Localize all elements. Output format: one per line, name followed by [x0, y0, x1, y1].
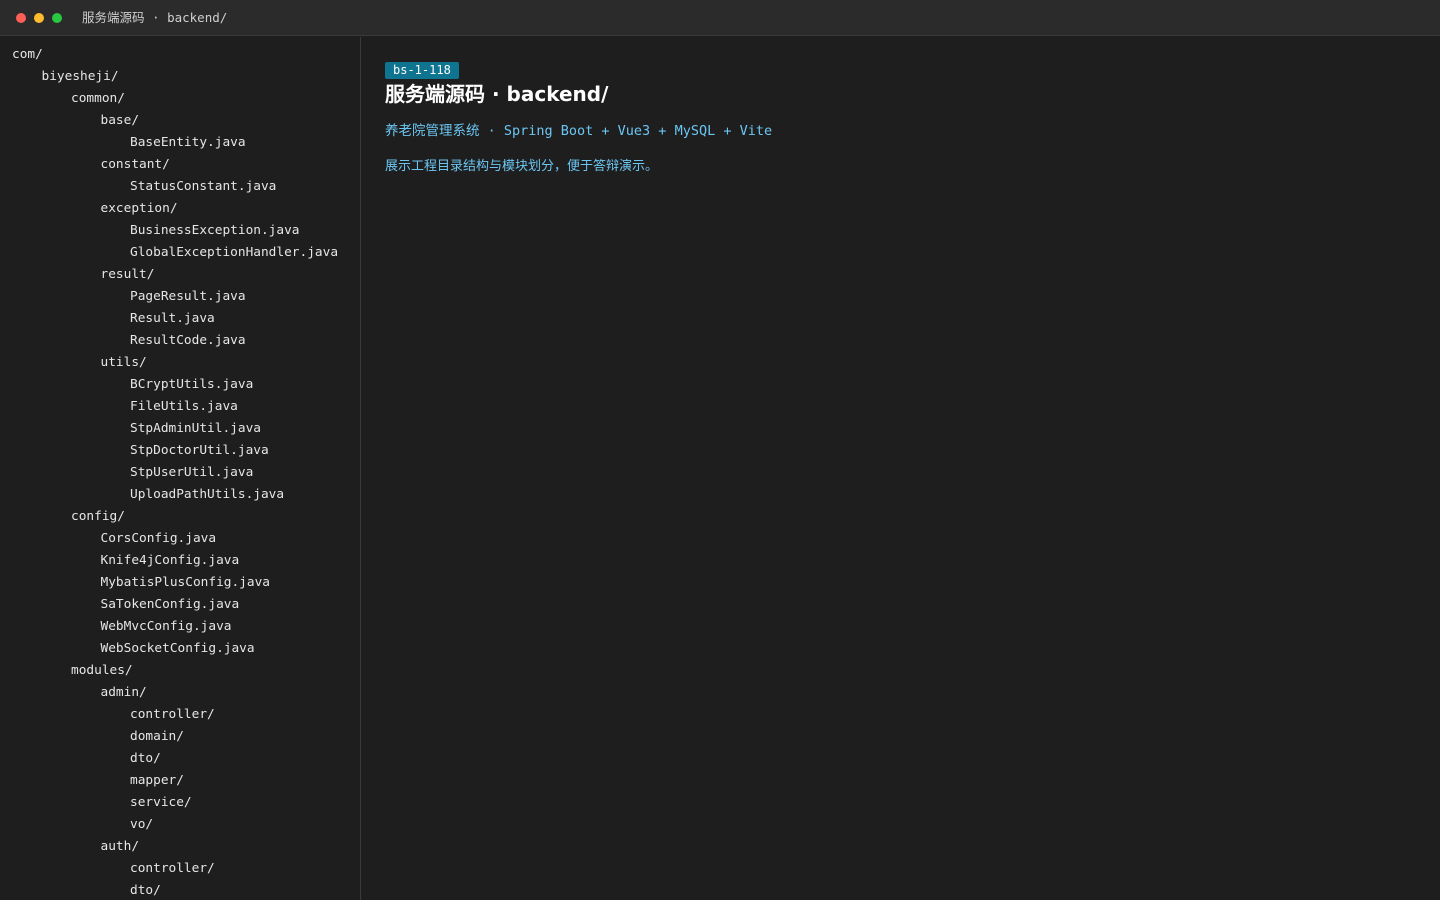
main-content: bs-1-118 服务端源码 · backend/ 养老院管理系统 · Spri…: [361, 37, 1440, 900]
tree-folder[interactable]: exception/: [12, 198, 338, 220]
tree-file[interactable]: PageResult.java: [12, 286, 338, 308]
tree-file[interactable]: StpUserUtil.java: [12, 462, 338, 484]
tree-folder[interactable]: result/: [12, 264, 338, 286]
window-title: 服务端源码 · backend/: [82, 10, 228, 25]
tree-file[interactable]: BaseEntity.java: [12, 132, 338, 154]
tree-folder[interactable]: modules/: [12, 660, 338, 682]
tree-file[interactable]: WebSocketConfig.java: [12, 638, 338, 660]
tree-folder[interactable]: constant/: [12, 154, 338, 176]
tree-file[interactable]: Result.java: [12, 308, 338, 330]
tree-folder[interactable]: utils/: [12, 352, 338, 374]
tree-folder[interactable]: dto/: [12, 748, 338, 770]
tree-file[interactable]: StpDoctorUtil.java: [12, 440, 338, 462]
tech-stack-line: 养老院管理系统 · Spring Boot + Vue3 + MySQL + V…: [385, 123, 773, 139]
tree-file[interactable]: BCryptUtils.java: [12, 374, 338, 396]
tree-folder[interactable]: common/: [12, 88, 338, 110]
tree-folder[interactable]: controller/: [12, 858, 338, 880]
title-bar: 服务端源码 · backend/: [0, 0, 1440, 36]
tree-file[interactable]: StatusConstant.java: [12, 176, 338, 198]
file-tree-sidebar[interactable]: com/biyesheji/common/base/BaseEntity.jav…: [0, 37, 361, 900]
tree-folder[interactable]: domain/: [12, 726, 338, 748]
tree-file[interactable]: FileUtils.java: [12, 396, 338, 418]
maximize-window-button[interactable]: [52, 13, 62, 23]
tree-folder[interactable]: mapper/: [12, 770, 338, 792]
tree-folder[interactable]: auth/: [12, 836, 338, 858]
project-id-badge: bs-1-118: [385, 62, 459, 79]
page-title: 服务端源码 · backend/: [385, 82, 609, 106]
tree-file[interactable]: SaTokenConfig.java: [12, 594, 338, 616]
tree-folder[interactable]: dto/: [12, 880, 338, 900]
tree-file[interactable]: GlobalExceptionHandler.java: [12, 242, 338, 264]
tree-file[interactable]: WebMvcConfig.java: [12, 616, 338, 638]
tree-file[interactable]: UploadPathUtils.java: [12, 484, 338, 506]
tree-folder[interactable]: biyesheji/: [12, 66, 338, 88]
tree-folder[interactable]: controller/: [12, 704, 338, 726]
minimize-window-button[interactable]: [34, 13, 44, 23]
tree-file[interactable]: ResultCode.java: [12, 330, 338, 352]
tree-file[interactable]: CorsConfig.java: [12, 528, 338, 550]
close-window-button[interactable]: [16, 13, 26, 23]
file-tree: com/biyesheji/common/base/BaseEntity.jav…: [12, 44, 338, 900]
tree-file[interactable]: Knife4jConfig.java: [12, 550, 338, 572]
tree-file[interactable]: BusinessException.java: [12, 220, 338, 242]
tree-folder[interactable]: com/: [12, 44, 338, 66]
tree-folder[interactable]: config/: [12, 506, 338, 528]
tree-folder[interactable]: base/: [12, 110, 338, 132]
page-description: 展示工程目录结构与模块划分，便于答辩演示。: [385, 159, 659, 174]
tree-folder[interactable]: admin/: [12, 682, 338, 704]
tree-folder[interactable]: service/: [12, 792, 338, 814]
tree-file[interactable]: StpAdminUtil.java: [12, 418, 338, 440]
tree-folder[interactable]: vo/: [12, 814, 338, 836]
tree-file[interactable]: MybatisPlusConfig.java: [12, 572, 338, 594]
